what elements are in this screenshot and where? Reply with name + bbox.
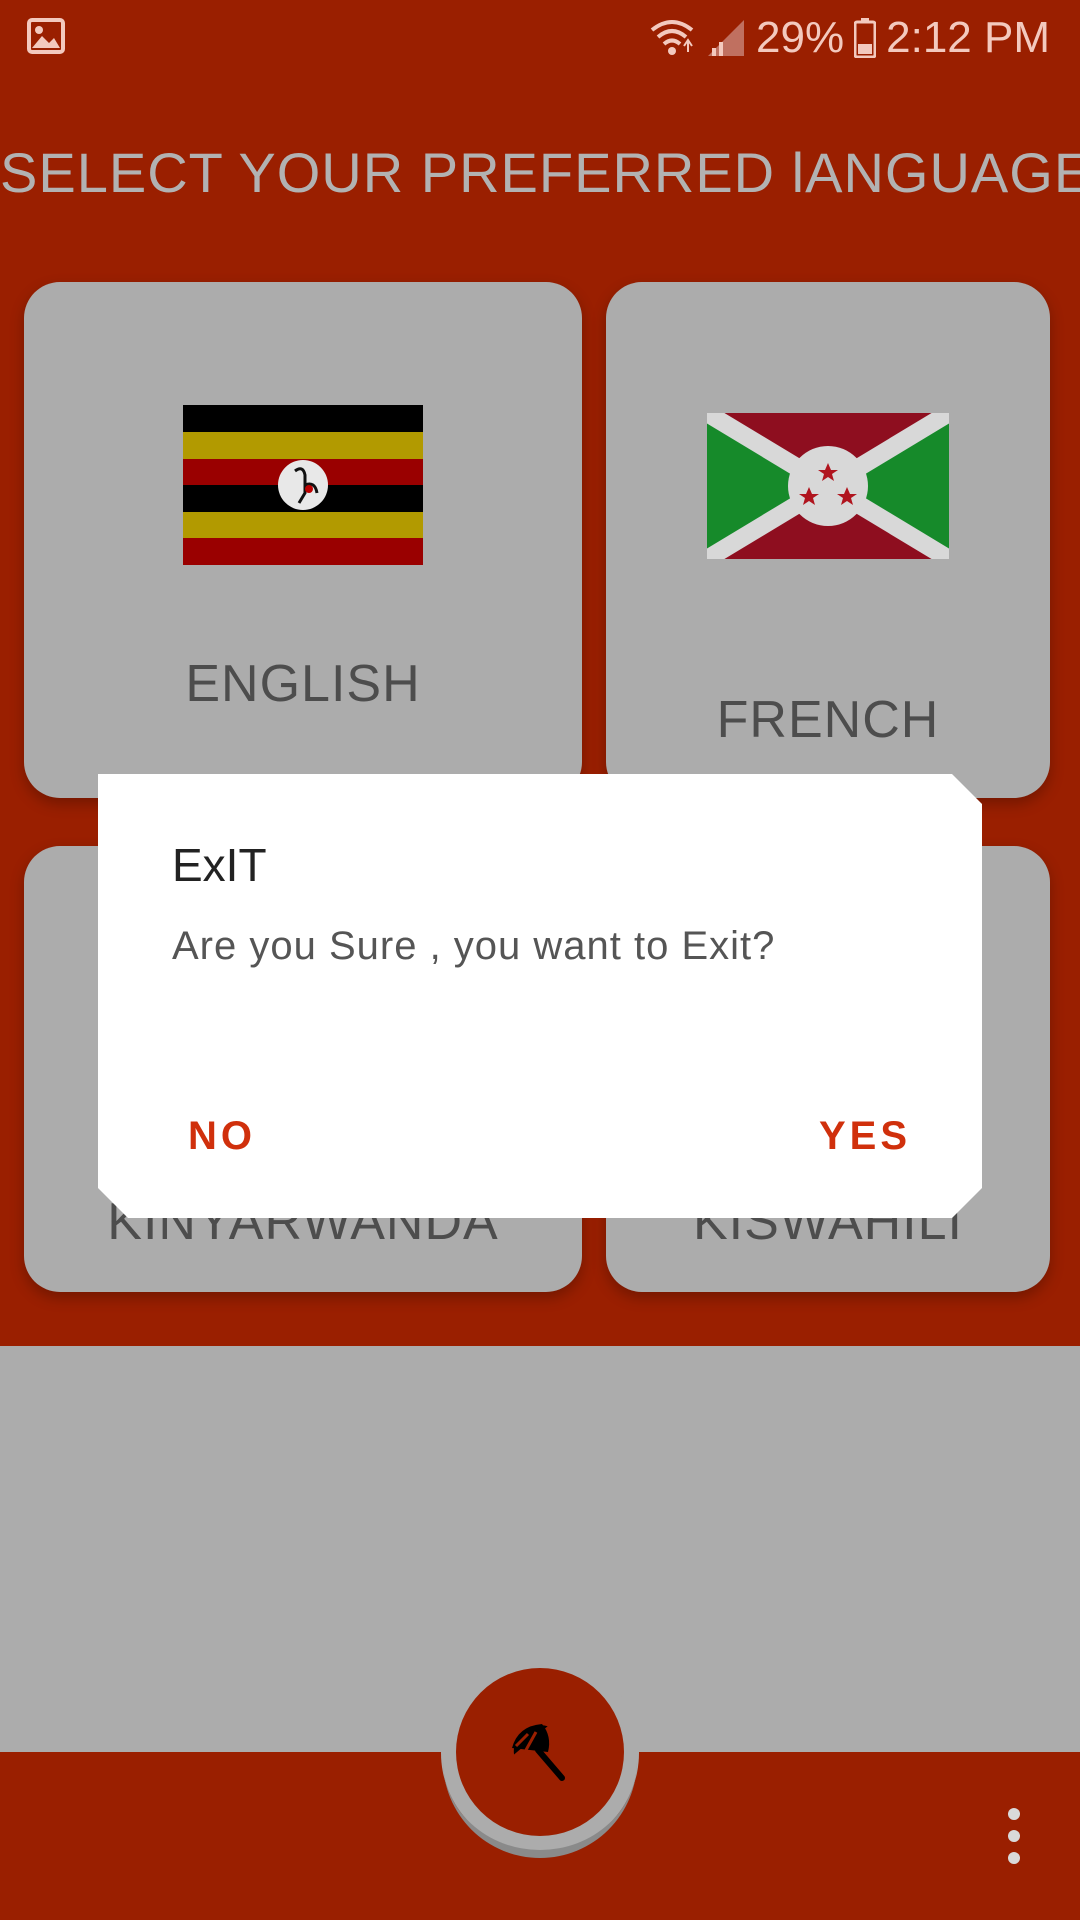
battery-percent: 29% <box>756 13 845 62</box>
no-button[interactable]: NO <box>188 1114 256 1159</box>
overflow-menu-button[interactable] <box>990 1806 1038 1866</box>
language-label: ENGLISH <box>185 655 421 713</box>
signal-icon <box>708 20 745 56</box>
burundi-flag-icon <box>707 413 949 559</box>
battery-icon <box>854 18 877 58</box>
language-label: FRENCH <box>716 691 940 749</box>
language-card-english[interactable]: ENGLISH <box>24 282 582 798</box>
image-icon <box>27 18 65 54</box>
clock: 2:12 PM <box>886 13 1050 62</box>
wifi-icon <box>650 20 694 55</box>
umbrella-icon <box>512 1724 565 1781</box>
dialog-title: ExIT <box>172 839 267 891</box>
umbrella-fab-button[interactable] <box>456 1668 624 1836</box>
dialog-message: Are you Sure , you want to Exit? <box>172 924 776 968</box>
status-bar: 29% 2:12 PM <box>0 0 1080 72</box>
overflow-menu-icon <box>1008 1808 1020 1864</box>
page-title: SELECT YOUR PREFERRED lANGUAGE <box>0 141 1080 204</box>
uganda-flag-icon <box>183 405 423 565</box>
language-card-french[interactable]: FRENCH <box>606 282 1050 798</box>
exit-dialog: ExIT Are you Sure , you want to Exit? NO… <box>98 774 982 1218</box>
yes-button[interactable]: YES <box>819 1114 911 1159</box>
